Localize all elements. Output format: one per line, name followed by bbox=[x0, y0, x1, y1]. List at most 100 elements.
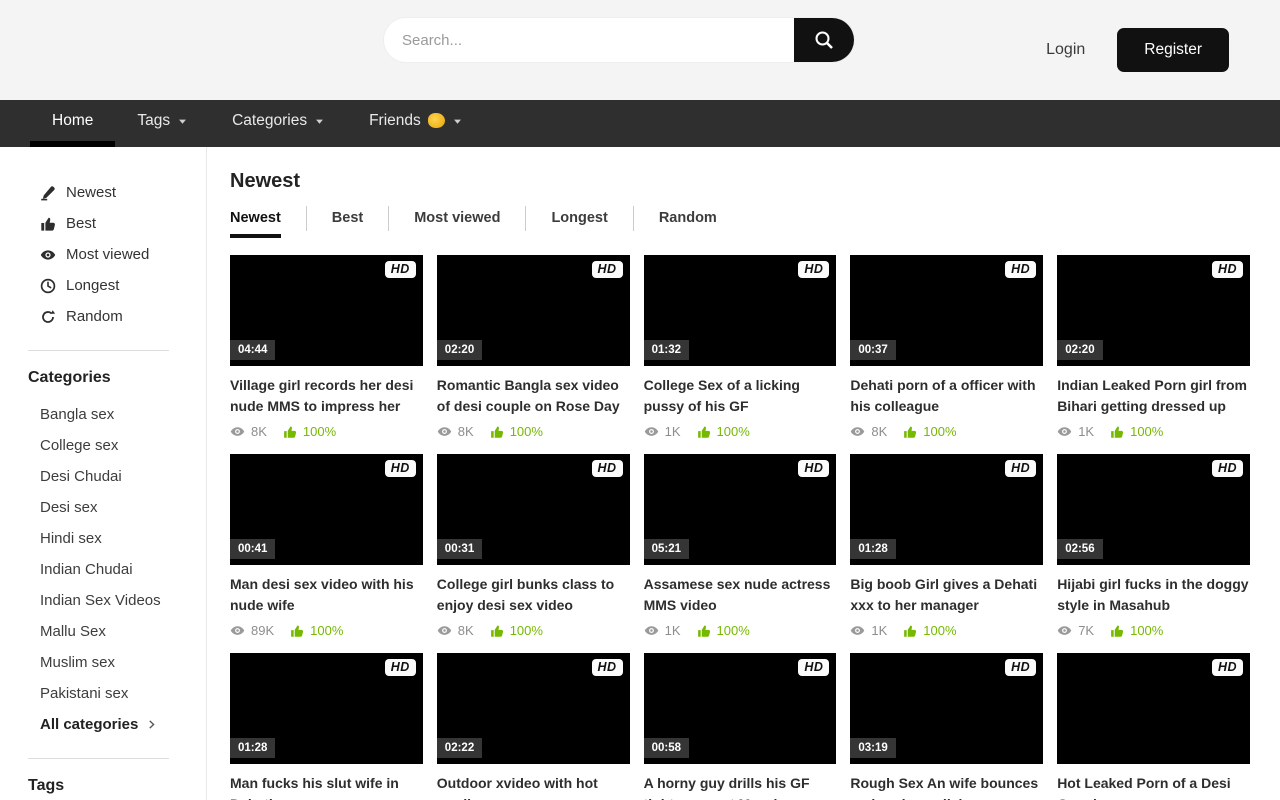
video-title[interactable]: Indian Leaked Porn girl from Bihari gett… bbox=[1057, 375, 1250, 417]
video-title[interactable]: Dehati porn of a officer with his collea… bbox=[850, 375, 1043, 417]
video-thumbnail[interactable]: HD 05:21 bbox=[644, 454, 837, 565]
video-thumbnail[interactable]: HD 02:22 bbox=[437, 653, 630, 764]
video-card[interactable]: HD Hot Leaked Porn of a Desi Couple bbox=[1057, 653, 1250, 800]
sidebar-item-newest[interactable]: Newest bbox=[40, 177, 206, 208]
hd-badge: HD bbox=[592, 659, 623, 676]
video-title[interactable]: Big boob Girl gives a Dehati xxx to her … bbox=[850, 574, 1043, 616]
thumbs-up-icon bbox=[1110, 624, 1124, 638]
sidebar-category-item[interactable]: Desi sex bbox=[40, 492, 206, 523]
hd-badge: HD bbox=[1005, 460, 1036, 477]
main-content: Newest Newest Best Most viewed Longest R… bbox=[207, 147, 1280, 800]
video-title[interactable]: Village girl records her desi nude MMS t… bbox=[230, 375, 423, 417]
video-stats: 8K 100% bbox=[437, 424, 630, 439]
login-link[interactable]: Login bbox=[1046, 41, 1085, 59]
sidebar-category-item[interactable]: Muslim sex bbox=[40, 647, 206, 678]
video-title[interactable]: Man fucks his slut wife in Dehati sex bbox=[230, 773, 423, 800]
video-card[interactable]: HD 02:56 Hijabi girl fucks in the doggy … bbox=[1057, 454, 1250, 638]
thumbs-up-icon bbox=[903, 425, 917, 439]
video-thumbnail[interactable]: HD 00:41 bbox=[230, 454, 423, 565]
video-title[interactable]: Hot Leaked Porn of a Desi Couple bbox=[1057, 773, 1250, 800]
search-input[interactable] bbox=[384, 18, 794, 62]
video-title[interactable]: College Sex of a licking pussy of his GF bbox=[644, 375, 837, 417]
duration-badge: 03:19 bbox=[850, 738, 895, 758]
sidebar-category-item[interactable]: Hindi sex bbox=[40, 523, 206, 554]
tab-random[interactable]: Random bbox=[633, 206, 742, 231]
video-card[interactable]: HD 01:32 College Sex of a licking pussy … bbox=[644, 255, 837, 439]
register-button[interactable]: Register bbox=[1117, 28, 1229, 72]
sidebar-category-item[interactable]: Indian Sex Videos bbox=[40, 585, 206, 616]
sidebar-category-item[interactable]: Indian Chudai bbox=[40, 554, 206, 585]
video-card[interactable]: HD 05:21 Assamese sex nude actress MMS v… bbox=[644, 454, 837, 638]
video-thumbnail[interactable]: HD 00:58 bbox=[644, 653, 837, 764]
sidebar-category-item[interactable]: Desi Chudai bbox=[40, 461, 206, 492]
nav-item-tags[interactable]: Tags bbox=[115, 100, 210, 147]
video-thumbnail[interactable]: HD 02:20 bbox=[437, 255, 630, 366]
sidebar-item-all-categories[interactable]: All categories bbox=[40, 709, 206, 740]
hd-badge: HD bbox=[798, 460, 829, 477]
video-thumbnail[interactable]: HD 01:28 bbox=[850, 454, 1043, 565]
views-count: 1K bbox=[665, 424, 681, 439]
views-count: 8K bbox=[458, 623, 474, 638]
eye-icon bbox=[644, 424, 659, 439]
sidebar-item-most-viewed[interactable]: Most viewed bbox=[40, 239, 206, 270]
video-card[interactable]: HD 01:28 Man fucks his slut wife in Deha… bbox=[230, 653, 423, 800]
sort-item-label: Most viewed bbox=[66, 246, 149, 263]
video-card[interactable]: HD 02:22 Outdoor xvideo with hot randi bbox=[437, 653, 630, 800]
sidebar-category-item[interactable]: College sex bbox=[40, 430, 206, 461]
video-title[interactable]: Outdoor xvideo with hot randi bbox=[437, 773, 630, 800]
nav-item-categories[interactable]: Categories bbox=[210, 100, 347, 147]
all-categories-label: All categories bbox=[40, 716, 138, 733]
eye-icon bbox=[850, 424, 865, 439]
sidebar-category-item[interactable]: Pakistani sex bbox=[40, 678, 206, 709]
nav-item-friends[interactable]: Friends bbox=[347, 100, 485, 147]
views-count: 8K bbox=[458, 424, 474, 439]
video-thumbnail[interactable]: HD 00:31 bbox=[437, 454, 630, 565]
sidebar-category-item[interactable]: Mallu Sex bbox=[40, 616, 206, 647]
hd-badge: HD bbox=[385, 261, 416, 278]
video-stats: 1K 100% bbox=[644, 623, 837, 638]
views: 1K bbox=[1057, 424, 1094, 439]
video-title[interactable]: Hijabi girl fucks in the doggy style in … bbox=[1057, 574, 1250, 616]
rating-value: 100% bbox=[717, 623, 750, 638]
video-title[interactable]: A horny guy drills his GF tight pussy at… bbox=[644, 773, 837, 800]
video-thumbnail[interactable]: HD 00:37 bbox=[850, 255, 1043, 366]
video-card[interactable]: HD 00:58 A horny guy drills his GF tight… bbox=[644, 653, 837, 800]
refresh-icon bbox=[40, 309, 56, 325]
video-thumbnail[interactable]: HD 01:32 bbox=[644, 255, 837, 366]
video-card[interactable]: HD 01:28 Big boob Girl gives a Dehati xx… bbox=[850, 454, 1043, 638]
sidebar-item-longest[interactable]: Longest bbox=[40, 270, 206, 301]
video-title[interactable]: Romantic Bangla sex video of desi couple… bbox=[437, 375, 630, 417]
video-card[interactable]: HD 00:41 Man desi sex video with his nud… bbox=[230, 454, 423, 638]
video-card[interactable]: HD 00:37 Dehati porn of a officer with h… bbox=[850, 255, 1043, 439]
video-title[interactable]: Rough Sex An wife bounces on her devar d… bbox=[850, 773, 1043, 800]
hd-badge: HD bbox=[1212, 261, 1243, 278]
sidebar-item-random[interactable]: Random bbox=[40, 301, 206, 332]
video-thumbnail[interactable]: HD 04:44 bbox=[230, 255, 423, 366]
video-title[interactable]: Assamese sex nude actress MMS video bbox=[644, 574, 837, 616]
hd-badge: HD bbox=[1005, 261, 1036, 278]
video-thumbnail[interactable]: HD bbox=[1057, 653, 1250, 764]
video-title[interactable]: Man desi sex video with his nude wife bbox=[230, 574, 423, 616]
thumbs-up-icon bbox=[283, 425, 297, 439]
tab-longest[interactable]: Longest bbox=[525, 206, 632, 231]
video-stats: 1K 100% bbox=[644, 424, 837, 439]
sidebar-item-best[interactable]: Best bbox=[40, 208, 206, 239]
video-card[interactable]: HD 02:20 Romantic Bangla sex video of de… bbox=[437, 255, 630, 439]
video-card[interactable]: HD 00:31 College girl bunks class to enj… bbox=[437, 454, 630, 638]
nav-item-home[interactable]: Home bbox=[30, 100, 115, 147]
tab-most-viewed[interactable]: Most viewed bbox=[388, 206, 525, 231]
views: 8K bbox=[437, 623, 474, 638]
duration-badge: 02:22 bbox=[437, 738, 482, 758]
video-thumbnail[interactable]: HD 02:56 bbox=[1057, 454, 1250, 565]
video-card[interactable]: HD 03:19 Rough Sex An wife bounces on he… bbox=[850, 653, 1043, 800]
video-card[interactable]: HD 04:44 Village girl records her desi n… bbox=[230, 255, 423, 439]
video-thumbnail[interactable]: HD 03:19 bbox=[850, 653, 1043, 764]
sidebar-category-item[interactable]: Bangla sex bbox=[40, 399, 206, 430]
video-thumbnail[interactable]: HD 01:28 bbox=[230, 653, 423, 764]
video-card[interactable]: HD 02:20 Indian Leaked Porn girl from Bi… bbox=[1057, 255, 1250, 439]
video-title[interactable]: College girl bunks class to enjoy desi s… bbox=[437, 574, 630, 616]
tab-best[interactable]: Best bbox=[306, 206, 388, 231]
video-thumbnail[interactable]: HD 02:20 bbox=[1057, 255, 1250, 366]
search-button[interactable] bbox=[794, 18, 854, 62]
tab-newest[interactable]: Newest bbox=[230, 206, 306, 231]
